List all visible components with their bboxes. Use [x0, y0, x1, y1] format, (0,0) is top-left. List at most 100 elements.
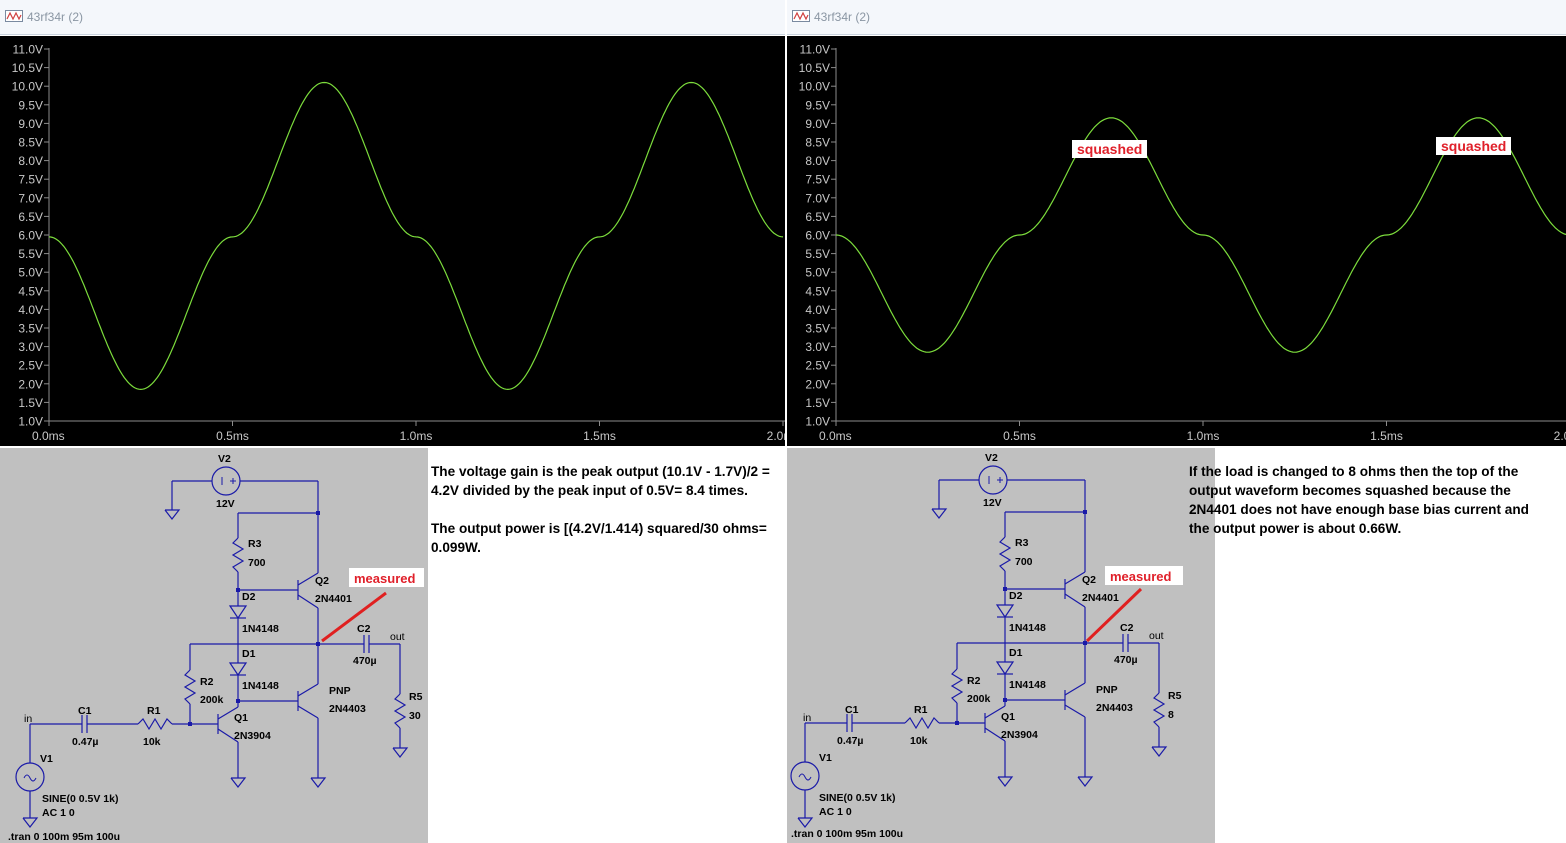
y-tick-label: 8.0V — [805, 154, 830, 168]
tran-directive: .tran 0 100m 95m 100u — [8, 831, 120, 843]
q1-model: 2N3904 — [1001, 729, 1038, 741]
y-tick-label: 1.0V — [805, 415, 830, 429]
explanation-note: The voltage gain is the peak output (10.… — [431, 462, 783, 576]
q1-model: 2N3904 — [234, 730, 271, 742]
y-tick-label: 3.0V — [805, 340, 830, 354]
y-tick-label: 4.0V — [805, 303, 830, 317]
r3-resistor — [998, 536, 1012, 572]
q3-type: PNP — [1096, 684, 1118, 696]
y-tick-label: 4.5V — [18, 284, 43, 298]
y-tick-label: 1.5V — [18, 396, 43, 410]
y-tick-label: 1.5V — [805, 396, 830, 410]
waveform-app-icon — [792, 10, 810, 22]
tran-directive: .tran 0 100m 95m 100u — [791, 828, 903, 840]
measured-label: measured — [354, 571, 415, 586]
c1-value: 0.47µ — [72, 736, 99, 748]
x-tick-label: 2.0ms — [767, 429, 785, 443]
y-tick-label: 3.5V — [18, 322, 43, 336]
r3-value: 700 — [248, 557, 266, 569]
explanation-note: If the load is changed to 8 ohms then th… — [1189, 462, 1539, 557]
waveform-plot[interactable]: 11.0V 10.5V 10.0V 9.5V 9.0V 8.5V 8.0V 7.5V 7.0V 6… — [0, 36, 785, 446]
y-tick-label: 9.0V — [18, 117, 43, 131]
d1-label: D1 — [1009, 647, 1023, 659]
c2-label: C2 — [1120, 622, 1134, 634]
v2-label: V2 — [218, 453, 231, 465]
y-tick-label: 2.0V — [805, 377, 830, 391]
waveform-plot[interactable]: 11.0V 10.5V 10.0V 9.5V 9.0V 8.5V 8.0V 7.5V 7.0V 6… — [787, 36, 1566, 446]
r3-value: 700 — [1015, 556, 1033, 568]
waveform-chart: 11.0V 10.5V 10.0V 9.5V 9.0V 8.5V 8.0V 7.5V 7.0V 6… — [12, 43, 785, 443]
squashed-annotation: squashed — [1436, 137, 1512, 155]
out-net-label: out — [390, 631, 405, 643]
d2-label: D2 — [1009, 590, 1023, 602]
x-tick-label: 1.0ms — [400, 429, 433, 443]
y-tick-label: 10.5V — [799, 61, 830, 75]
d1-diode — [228, 662, 248, 677]
waveform-window-titlebar[interactable]: 43rf34r (2) — [787, 0, 1566, 35]
d1-model: 1N4148 — [242, 680, 279, 692]
v1-source: SINE(0 0.5V 1k) — [819, 792, 895, 804]
r5-resistor — [393, 693, 407, 729]
v1-ac: AC 1 0 — [42, 807, 75, 819]
waveform-app-icon — [5, 10, 23, 22]
in-net-label: in — [24, 713, 32, 725]
y-tick-label: 7.0V — [18, 191, 43, 205]
voltage-trace — [48, 81, 784, 391]
y-tick-label: 6.0V — [805, 229, 830, 243]
y-tick-label: 1.0V — [18, 415, 43, 429]
y-tick-label: 7.0V — [805, 191, 830, 205]
y-tick-label: 5.5V — [18, 247, 43, 261]
y-tick-label: 5.5V — [805, 247, 830, 261]
v2-value: 12V — [983, 497, 1002, 509]
d2-diode — [995, 604, 1015, 619]
q3-model: 2N4403 — [1096, 702, 1133, 714]
r1-resistor — [904, 716, 940, 730]
c1-value: 0.47µ — [837, 735, 864, 747]
y-tick-label: 9.5V — [805, 98, 830, 112]
r2-label: R2 — [200, 676, 214, 688]
y-tick-label: 3.0V — [18, 340, 43, 354]
r2-value: 200k — [967, 693, 991, 705]
r3-label: R3 — [248, 538, 262, 550]
r5-value: 8 — [1168, 709, 1174, 721]
r2-resistor — [950, 668, 964, 704]
x-tick-label: 0.0ms — [32, 429, 65, 443]
window-title: 43rf34r (2) — [27, 10, 84, 24]
amplifier-schematic: V2 12V R3 700 D2 1N4148 D1 1N4148 Q2 2N4… — [8, 453, 424, 843]
c2-value: 470µ — [1114, 654, 1138, 666]
y-tick-label: 8.0V — [18, 154, 43, 168]
r5-label: R5 — [409, 691, 423, 703]
out-net-label: out — [1149, 630, 1164, 642]
v1-label: V1 — [819, 752, 832, 764]
y-tick-label: 2.5V — [805, 359, 830, 373]
r1-value: 10k — [910, 735, 928, 747]
q3-transistor — [1064, 704, 1086, 718]
d2-diode — [228, 605, 248, 620]
waveform-window-titlebar[interactable]: 43rf34r (2) — [0, 0, 785, 35]
y-tick-label: 5.0V — [18, 266, 43, 280]
y-axis-ticks: 11.0V 10.5V 10.0V 9.5V 9.0V 8.5V 8.0V 7.5V 7.0V 6… — [799, 43, 836, 429]
squashed-annotation: squashed — [1072, 140, 1148, 158]
y-tick-label: 10.5V — [12, 61, 43, 75]
amplifier-schematic: V2 12V R3 700 D2 1N4148 D1 1N4148 Q2 2N4… — [790, 452, 1183, 840]
y-axis-ticks: 11.0V 10.5V 10.0V 9.5V 9.0V 8.5V 8.0V 7.5V 7.0V 6… — [12, 43, 49, 429]
x-axis-ticks: 0.0ms 0.5ms 1.0ms 1.5ms 2.0ms — [32, 421, 785, 443]
note-paragraph: The output power is [(4.2V/1.414) square… — [431, 521, 767, 555]
v1-label: V1 — [40, 753, 53, 765]
r5-label: R5 — [1168, 690, 1182, 702]
v2-value: 12V — [216, 498, 235, 510]
schematic-canvas[interactable]: V2 12V R3 700 D2 1N4148 D1 1N4148 Q2 2N4… — [0, 448, 428, 843]
y-tick-label: 4.5V — [805, 284, 830, 298]
schematic-canvas[interactable]: V2 12V R3 700 D2 1N4148 D1 1N4148 Q2 2N4… — [787, 448, 1215, 843]
r3-label: R3 — [1015, 537, 1029, 549]
q3-model: 2N4403 — [329, 703, 366, 715]
x-tick-label: 1.5ms — [583, 429, 616, 443]
y-tick-label: 6.5V — [805, 210, 830, 224]
left-panel: 43rf34r (2) 11.0V 10.5V 10.0V 9.5V 9.0V 8.5V 8… — [0, 0, 785, 843]
r1-value: 10k — [143, 736, 161, 748]
r2-value: 200k — [200, 694, 224, 706]
c1-label: C1 — [78, 705, 92, 717]
r1-label: R1 — [147, 705, 161, 717]
x-axis-ticks: 0.0ms 0.5ms 1.0ms 1.5ms 2.0ms — [819, 421, 1566, 443]
d1-model: 1N4148 — [1009, 679, 1046, 691]
